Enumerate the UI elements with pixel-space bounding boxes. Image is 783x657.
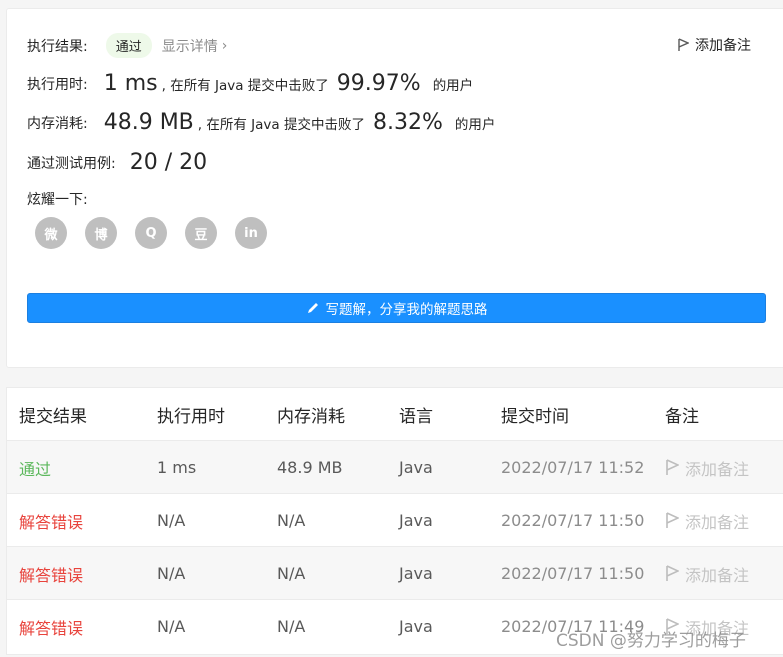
chevron-right-icon[interactable]: › [222,38,228,54]
flag-icon [666,565,679,581]
share-icons: 微 博 Q 豆 in [35,217,267,249]
memory-value: 48.9 MB [103,110,194,135]
runtime-row: 执行用时: 1 ms , 在所有 Java 提交中击败了 99.97% 的用户 [27,71,473,96]
memory-label: 内存消耗: [27,115,88,132]
row-add-note[interactable]: 添加备注 [665,441,749,494]
flag-icon [666,459,679,475]
row-time: 2022/07/17 11:52 [501,458,645,477]
flag-icon [666,512,679,528]
wechat-icon[interactable]: 微 [35,217,67,249]
tests-label: 通过测试用例: [27,155,116,172]
row-runtime: N/A [157,564,186,583]
memory-row: 内存消耗: 48.9 MB , 在所有 Java 提交中击败了 8.32% 的用… [27,110,495,135]
row-runtime: 1 ms [157,458,197,477]
header-time: 提交时间 [501,407,569,427]
runtime-text: , 在所有 Java 提交中击败了 [161,77,329,94]
qq-icon[interactable]: Q [135,217,167,249]
header-memory: 内存消耗 [277,407,345,427]
result-label: 执行结果: [27,38,88,55]
row-language: Java [399,458,433,477]
row-memory: N/A [277,511,306,530]
weibo-icon[interactable]: 博 [85,217,117,249]
flag-icon [678,38,689,51]
write-solution-label: 写题解，分享我的解题思路 [325,302,488,318]
row-result[interactable]: 解答错误 [19,547,83,600]
result-summary-card: 执行结果: 通过 显示详情 › 添加备注 执行用时: 1 ms , 在所有 Ja… [6,8,783,368]
row-add-note[interactable]: 添加备注 [665,494,749,547]
douban-icon[interactable]: 豆 [185,217,217,249]
header-note: 备注 [665,407,699,427]
runtime-percent: 99.97% [336,71,421,96]
row-memory: N/A [277,564,306,583]
add-note-label: 添加备注 [685,512,750,532]
header-result: 提交结果 [19,407,87,427]
add-note-label: 添加备注 [695,38,751,54]
row-result[interactable]: 解答错误 [19,600,83,653]
row-language: Java [399,511,433,530]
header-language: 语言 [399,407,433,427]
tests-row: 通过测试用例: 20 / 20 [27,150,207,175]
row-memory: 48.9 MB [277,458,343,477]
memory-text: , 在所有 Java 提交中击败了 [197,116,365,133]
runtime-label: 执行用时: [27,76,88,93]
table-row[interactable]: 通过 1 ms 48.9 MB Java 2022/07/17 11:52 添加… [7,440,783,494]
table-row[interactable]: 解答错误 N/A N/A Java 2022/07/17 11:50 添加备注 [7,493,783,547]
row-runtime: N/A [157,617,186,636]
row-language: Java [399,617,433,636]
header-runtime: 执行用时 [157,407,225,427]
runtime-suffix: 的用户 [432,77,474,94]
show-details-link[interactable]: 显示详情 [162,36,218,56]
linkedin-icon[interactable]: in [235,217,267,249]
watermark: CSDN @努力学习的梅子 [556,631,746,651]
add-note-button[interactable]: 添加备注 [677,35,751,55]
runtime-value: 1 ms [103,71,158,96]
result-row: 执行结果: 通过 显示详情 › [27,33,227,58]
write-solution-button[interactable]: 写题解，分享我的解题思路 [27,293,766,323]
row-add-note[interactable]: 添加备注 [665,547,749,600]
row-time: 2022/07/17 11:50 [501,564,645,583]
table-row[interactable]: 解答错误 N/A N/A Java 2022/07/17 11:50 添加备注 [7,546,783,600]
submissions-table: 提交结果 执行用时 内存消耗 语言 提交时间 备注 通过 1 ms 48.9 M… [6,387,783,655]
row-runtime: N/A [157,511,186,530]
row-time: 2022/07/17 11:50 [501,511,645,530]
table-header: 提交结果 执行用时 内存消耗 语言 提交时间 备注 [7,388,783,441]
row-result[interactable]: 解答错误 [19,494,83,547]
pencil-icon [306,301,320,315]
share-row: 炫耀一下: [27,189,88,209]
add-note-label: 添加备注 [685,459,750,479]
memory-suffix: 的用户 [454,116,496,133]
add-note-label: 添加备注 [685,565,750,585]
row-language: Java [399,564,433,583]
tests-value: 20 / 20 [129,150,208,175]
memory-percent: 8.32% [372,110,443,135]
share-label: 炫耀一下: [27,192,88,208]
result-badge: 通过 [105,33,152,58]
row-memory: N/A [277,617,306,636]
row-result[interactable]: 通过 [19,441,51,494]
